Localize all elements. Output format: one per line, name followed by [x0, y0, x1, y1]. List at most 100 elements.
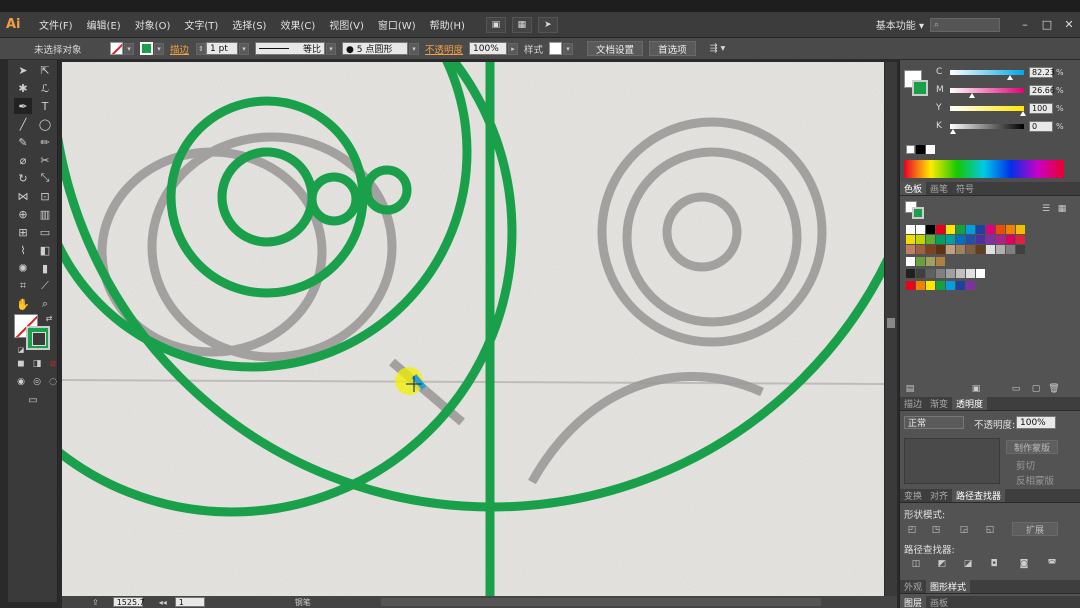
horizontal-scrollbar[interactable]	[380, 598, 821, 606]
none-mode-icon[interactable]: ⧄	[44, 356, 62, 372]
color-swatch[interactable]	[966, 225, 975, 234]
tab-pathfinder[interactable]: 路径查找器	[952, 489, 1006, 502]
bridge-icon[interactable]: ▣	[485, 16, 506, 33]
menu-edit[interactable]: 编辑(E)	[80, 17, 128, 32]
color-stroke-swatch[interactable]	[912, 80, 928, 96]
tab-symbols[interactable]: 符号	[952, 182, 978, 195]
tab-transform[interactable]: 变换	[900, 489, 926, 502]
eyedropper-icon[interactable]: ⌇	[14, 242, 32, 258]
invert-mask-checkbox[interactable]: 反相蒙版	[1016, 473, 1054, 487]
tab-appearance[interactable]: 外观	[900, 580, 926, 593]
slice-icon[interactable]: ⟋	[36, 278, 54, 294]
search-input[interactable]: ⌕	[930, 17, 1000, 32]
color-swatch[interactable]	[936, 269, 945, 278]
tab-align[interactable]: 对齐	[926, 489, 952, 502]
vertical-scrollbar[interactable]	[885, 62, 897, 596]
grid-view-icon[interactable]: ▦	[1056, 203, 1068, 214]
color-swatch[interactable]	[956, 281, 965, 290]
zoom-field[interactable]: 1525.7	[112, 597, 145, 607]
unite-icon[interactable]: ◰	[906, 524, 918, 535]
new-swatch-icon[interactable]: ▢	[1030, 383, 1042, 394]
none-swatch[interactable]	[906, 145, 915, 154]
document-setup-button[interactable]: 文档设置	[587, 41, 644, 56]
menu-file[interactable]: 文件(F)	[32, 17, 80, 32]
gradient-icon[interactable]: ▭	[36, 224, 54, 240]
screen-mode-icon[interactable]: ▭	[24, 392, 42, 408]
channel-value-field[interactable]: 0	[1029, 120, 1053, 132]
transparency-opacity-field[interactable]: 100%	[1016, 416, 1056, 429]
color-swatch[interactable]	[956, 245, 965, 254]
color-swatch[interactable]	[996, 225, 1005, 234]
color-swatch[interactable]	[966, 269, 975, 278]
blend-icon[interactable]: ◧	[36, 242, 54, 258]
color-swatch[interactable]	[976, 245, 985, 254]
fill-control[interactable]: ▾	[110, 42, 134, 55]
merge-icon[interactable]: ◪	[962, 558, 974, 569]
make-mask-button[interactable]: 制作蒙版	[1006, 440, 1058, 454]
trim-icon[interactable]: ◩	[936, 558, 948, 569]
page-field[interactable]: 1	[174, 597, 205, 607]
mesh-icon[interactable]: ⊞	[14, 224, 32, 240]
magic-wand-icon[interactable]: ✱	[14, 80, 32, 96]
width-tool-icon[interactable]: ⋈	[14, 188, 32, 204]
color-swatch[interactable]	[946, 225, 955, 234]
swatch-options-icon[interactable]: ▣	[970, 383, 982, 394]
channel-value-field[interactable]: 82.23	[1029, 66, 1055, 78]
slider-track[interactable]	[950, 87, 1024, 98]
color-swatch[interactable]	[906, 281, 915, 290]
tab-artboards[interactable]: 画板	[926, 596, 952, 608]
color-swatch[interactable]	[976, 225, 985, 234]
tab-stroke[interactable]: 描边	[900, 397, 926, 410]
color-swatch[interactable]	[916, 257, 925, 266]
minus-back-icon[interactable]: ◚	[1046, 558, 1058, 569]
swatch-library-icon[interactable]: ▤	[904, 383, 916, 394]
color-swatch[interactable]	[926, 235, 935, 244]
color-swatch[interactable]	[906, 269, 915, 278]
slider-handle[interactable]	[968, 92, 975, 98]
color-swatch[interactable]	[926, 245, 935, 254]
color-swatch[interactable]	[906, 257, 915, 266]
symbol-sprayer-icon[interactable]: ✺	[14, 260, 32, 276]
artboard-canvas[interactable]	[62, 62, 884, 596]
tab-swatches[interactable]: 色板	[900, 182, 927, 195]
color-swatch[interactable]	[936, 235, 945, 244]
outline-icon[interactable]: ◙	[1018, 558, 1030, 569]
color-swatch[interactable]	[986, 235, 995, 244]
clip-checkbox[interactable]: 剪切	[1016, 458, 1035, 472]
scale-icon[interactable]: ⤡	[36, 170, 54, 186]
color-swatch[interactable]	[966, 235, 975, 244]
preferences-button[interactable]: 首选项	[649, 41, 696, 56]
direct-selection-tool-icon[interactable]: ⇱	[36, 62, 54, 78]
chevron-down-icon[interactable]: ▾	[326, 42, 337, 55]
stroke-weight-field[interactable]: ⇕ 1 pt ▾	[195, 42, 250, 55]
menu-window[interactable]: 窗口(W)	[371, 17, 423, 32]
color-swatch[interactable]	[1016, 245, 1025, 254]
color-swatch[interactable]	[936, 245, 945, 254]
color-swatch[interactable]	[946, 235, 955, 244]
color-swatch[interactable]	[916, 269, 925, 278]
color-swatch[interactable]	[956, 269, 965, 278]
graph-icon[interactable]: ▮	[36, 260, 54, 276]
free-transform-icon[interactable]: ⊡	[36, 188, 54, 204]
color-swatch[interactable]	[996, 245, 1005, 254]
brush-definition[interactable]: ● 5 点圆形 ▾	[342, 42, 420, 55]
menu-help[interactable]: 帮助(H)	[423, 17, 472, 32]
chevron-down-icon[interactable]: ▾	[239, 42, 250, 55]
color-swatch[interactable]	[916, 245, 925, 254]
maximize-icon[interactable]: □	[1036, 18, 1058, 31]
arrange-documents-icon[interactable]: ▦	[511, 16, 532, 33]
color-swatch[interactable]	[976, 269, 985, 278]
type-tool-icon[interactable]: T	[36, 98, 54, 114]
graphic-style-control[interactable]: ▾	[549, 42, 574, 55]
tab-graphic-styles[interactable]: 图形样式	[926, 580, 971, 593]
tab-gradient[interactable]: 渐变	[926, 397, 952, 410]
rotate-icon[interactable]: ↻	[14, 170, 32, 186]
chevron-down-icon[interactable]: ▾	[563, 42, 574, 55]
send-icon[interactable]: ➤	[537, 16, 558, 33]
color-spectrum[interactable]	[904, 160, 1064, 178]
color-swatch[interactable]	[946, 281, 955, 290]
stepper-icon[interactable]: ⇕	[196, 42, 207, 55]
channel-value-field[interactable]: 100	[1029, 102, 1053, 114]
slider-k[interactable]: K 0%	[936, 120, 1064, 134]
color-swatch[interactable]	[916, 281, 925, 290]
